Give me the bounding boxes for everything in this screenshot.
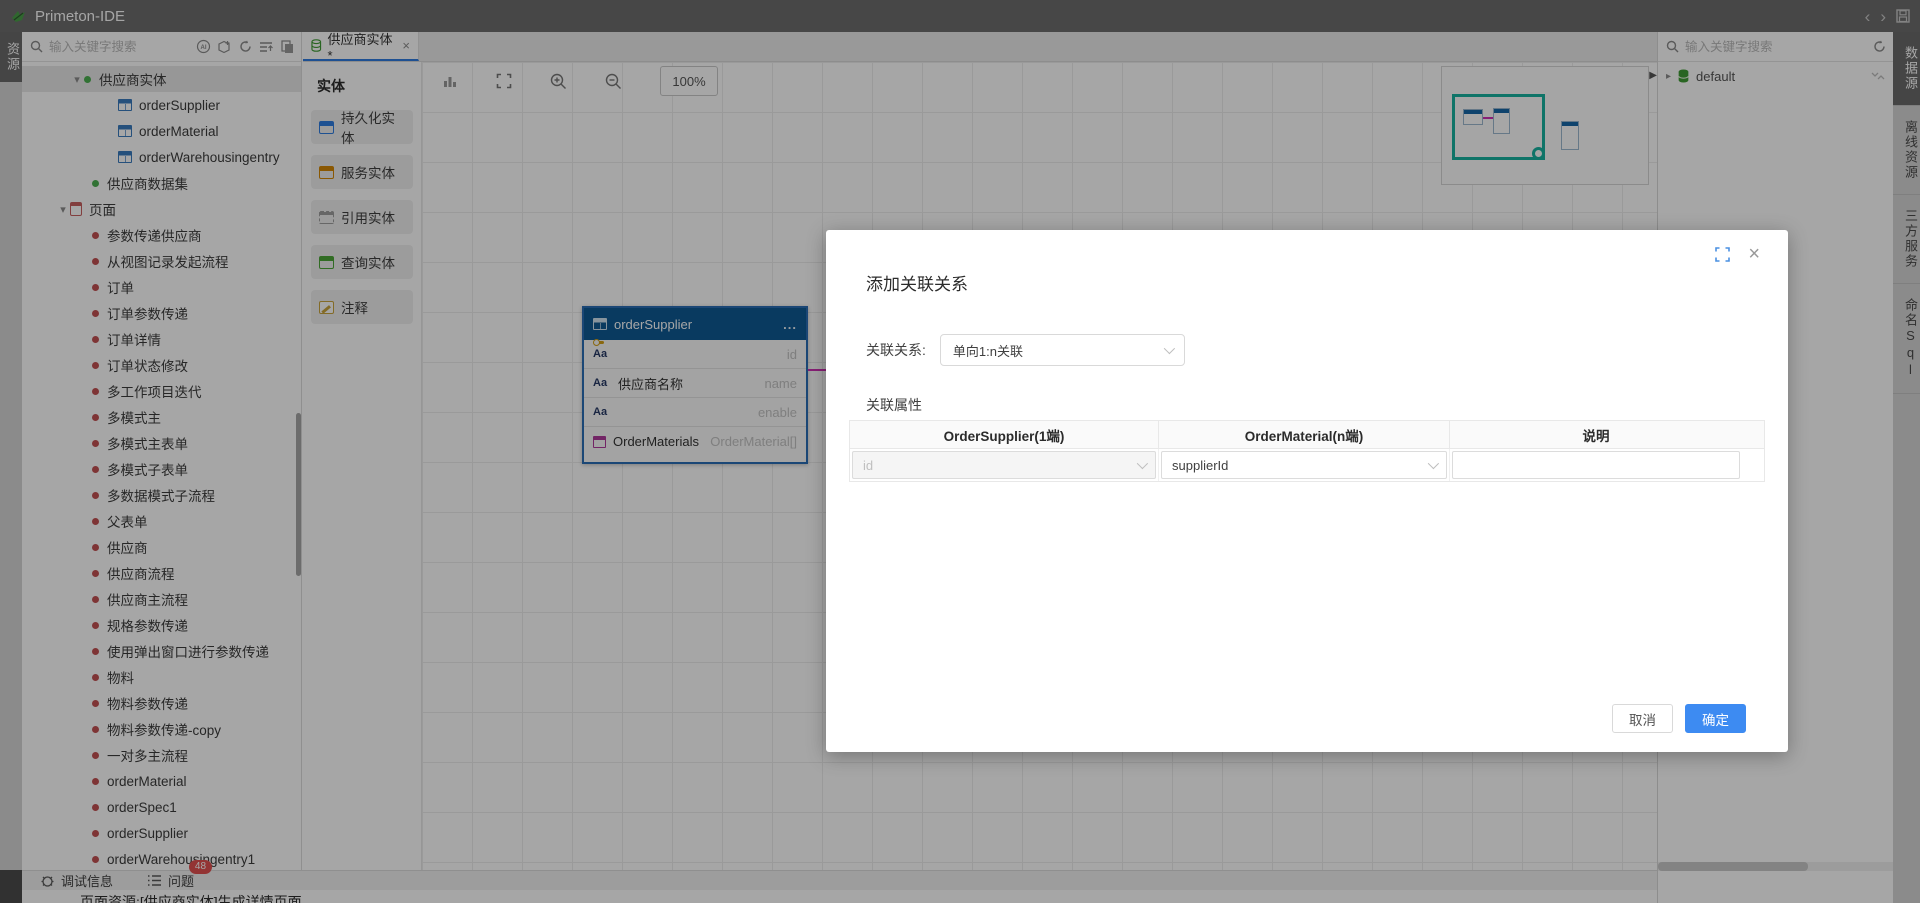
close-dialog-icon[interactable]: × <box>1748 244 1760 264</box>
column-header: 说明 <box>1582 428 1610 444</box>
relation-props-label: 关联属性 <box>866 397 922 413</box>
chevron-down-icon <box>1163 342 1175 355</box>
relation-type-select[interactable]: 单向1:n关联 <box>939 334 1185 366</box>
relation-props-table: OrderSupplier(1端) OrderMaterial(n端) 说明 i… <box>849 420 1765 482</box>
supplier-field-select[interactable]: id <box>852 451 1156 479</box>
maximize-dialog-icon[interactable] <box>1715 246 1731 262</box>
material-field-select[interactable]: supplierId <box>1161 451 1447 479</box>
add-relation-dialog: 添加关联关系 × 关联关系: 单向1:n关联 关联属性 OrderSupplie… <box>826 230 1788 752</box>
table-row: id supplierId <box>850 449 1764 481</box>
column-header: OrderSupplier(1端) <box>850 421 1159 448</box>
cancel-button[interactable]: 取消 <box>1612 704 1673 733</box>
chevron-down-icon <box>1136 457 1149 470</box>
dialog-title: 添加关联关系 <box>866 275 968 294</box>
confirm-button[interactable]: 确定 <box>1685 704 1746 733</box>
description-input[interactable] <box>1452 451 1740 479</box>
column-header: OrderMaterial(n端) <box>1159 421 1450 448</box>
chevron-down-icon <box>1427 457 1440 470</box>
relation-type-label: 关联关系: <box>866 342 926 358</box>
